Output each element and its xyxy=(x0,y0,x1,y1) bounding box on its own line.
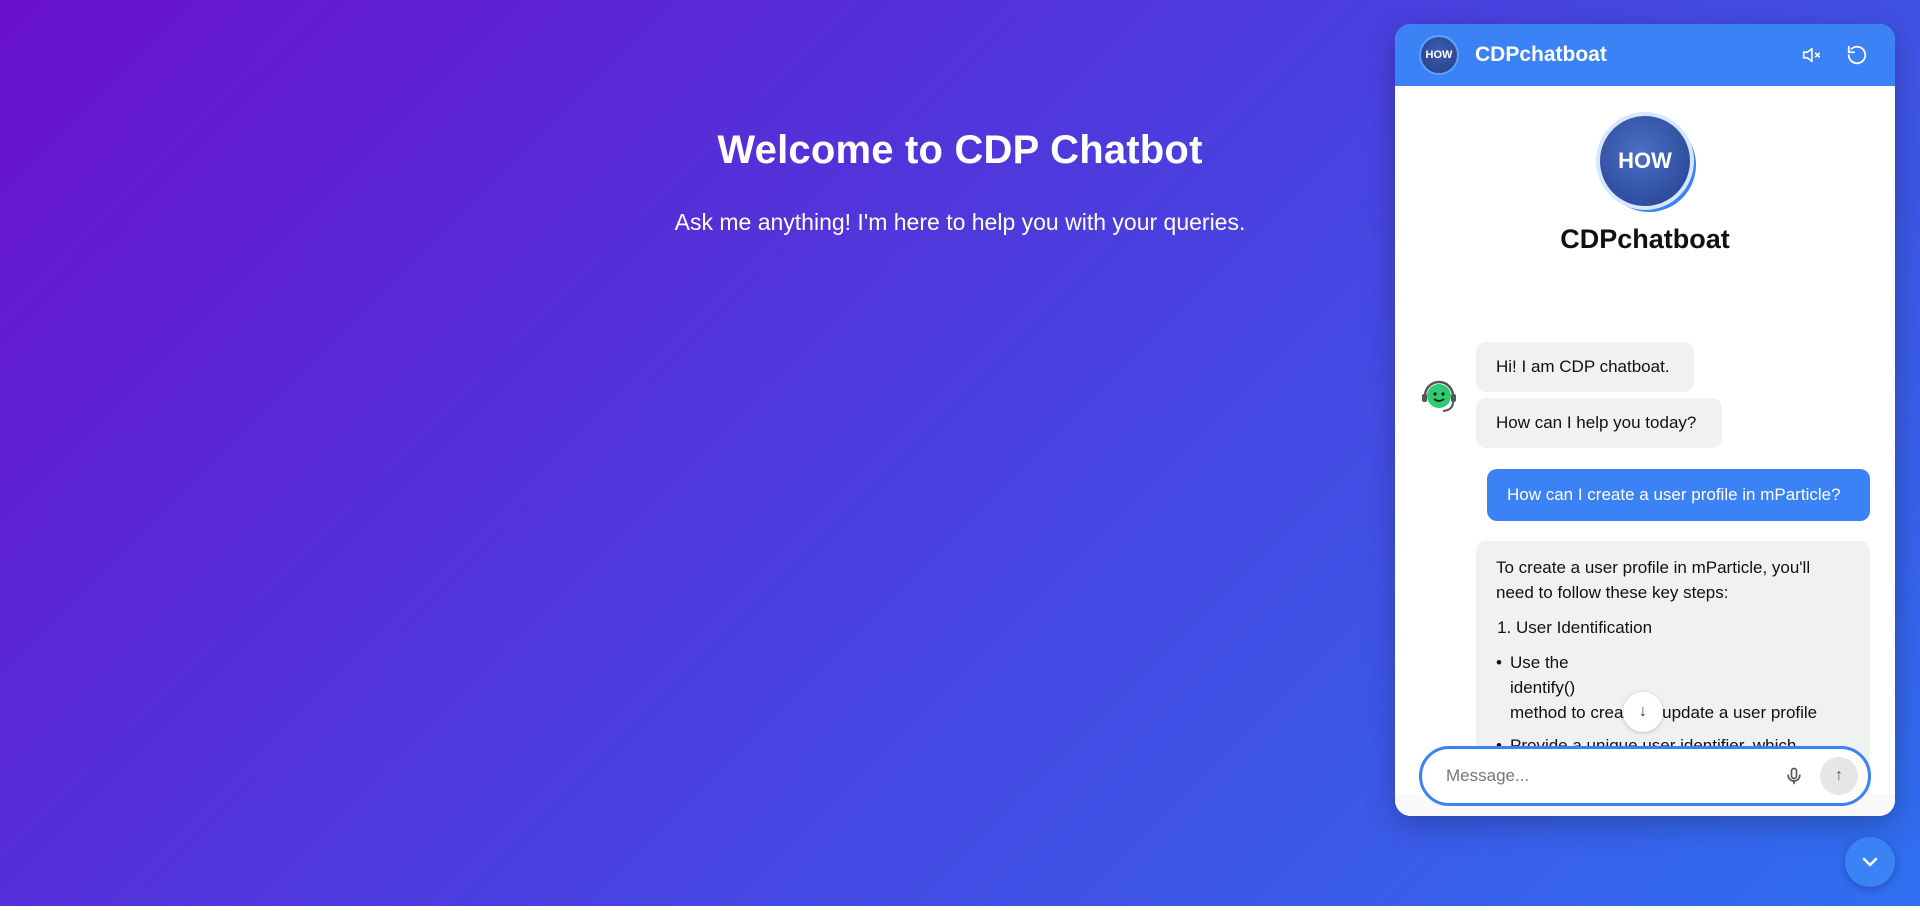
bot-agent-avatar-icon xyxy=(1422,380,1456,412)
bot-logo-large: HOW xyxy=(1600,116,1690,206)
answer-bullet: Use the identify() method to create or u… xyxy=(1496,650,1850,725)
code-snippet: identify() xyxy=(1510,678,1576,697)
bot-message-text: Hi! I am CDP chatboat. xyxy=(1496,357,1670,376)
answer-bullet-text: Use the xyxy=(1510,653,1569,672)
bot-logo: HOW xyxy=(1419,35,1459,75)
message-input[interactable] xyxy=(1446,766,1782,786)
page-subtitle: Ask me anything! I'm here to help you wi… xyxy=(674,209,1246,235)
answer-bullet-text: method to create or update a user profil… xyxy=(1510,703,1818,722)
answer-intro: To create a user profile in mParticle, y… xyxy=(1496,558,1811,602)
page-bottom-edge xyxy=(0,906,1920,911)
message-composer: ↑ xyxy=(1419,746,1871,806)
scroll-to-bottom-button[interactable]: ↓ xyxy=(1623,692,1663,732)
send-button[interactable]: ↑ xyxy=(1820,757,1858,795)
microphone-icon xyxy=(1787,767,1801,785)
bot-message: Hi! I am CDP chatboat. xyxy=(1476,342,1694,392)
chat-toggle-button[interactable] xyxy=(1845,837,1895,887)
mute-button[interactable] xyxy=(1797,41,1825,69)
user-message-text: How can I create a user profile in mPart… xyxy=(1507,485,1841,504)
arrow-down-icon: ↓ xyxy=(1639,703,1647,720)
chat-header: HOW CDPchatboat xyxy=(1395,24,1895,86)
speaker-muted-icon xyxy=(1802,47,1821,63)
answer-bullets: Use the identify() method to create or u… xyxy=(1496,650,1850,758)
reset-chat-button[interactable] xyxy=(1843,41,1871,69)
answer-step: User Identification xyxy=(1516,615,1850,640)
microphone-button[interactable] xyxy=(1782,764,1806,788)
arrow-up-icon: ↑ xyxy=(1835,767,1843,784)
chat-body[interactable]: HOW CDPchatboat Hi! I am CDP chatboat. H… xyxy=(1395,86,1895,816)
page-title: Welcome to CDP Chatbot xyxy=(717,128,1203,172)
bot-message: How can I help you today? xyxy=(1476,398,1722,448)
user-message: How can I create a user profile in mPart… xyxy=(1487,469,1870,521)
bot-profile: HOW CDPchatboat xyxy=(1395,86,1895,255)
bot-name: CDPchatboat xyxy=(1560,224,1730,254)
chevron-down-icon xyxy=(1862,857,1878,867)
chat-title: CDPchatboat xyxy=(1475,43,1607,66)
chat-widget: HOW CDPchatboat HOW CDPchatboat Hi! I am… xyxy=(1395,24,1895,816)
refresh-icon xyxy=(1847,45,1867,65)
answer-steps: User Identification xyxy=(1516,615,1850,640)
bot-message-text: How can I help you today? xyxy=(1496,413,1697,432)
